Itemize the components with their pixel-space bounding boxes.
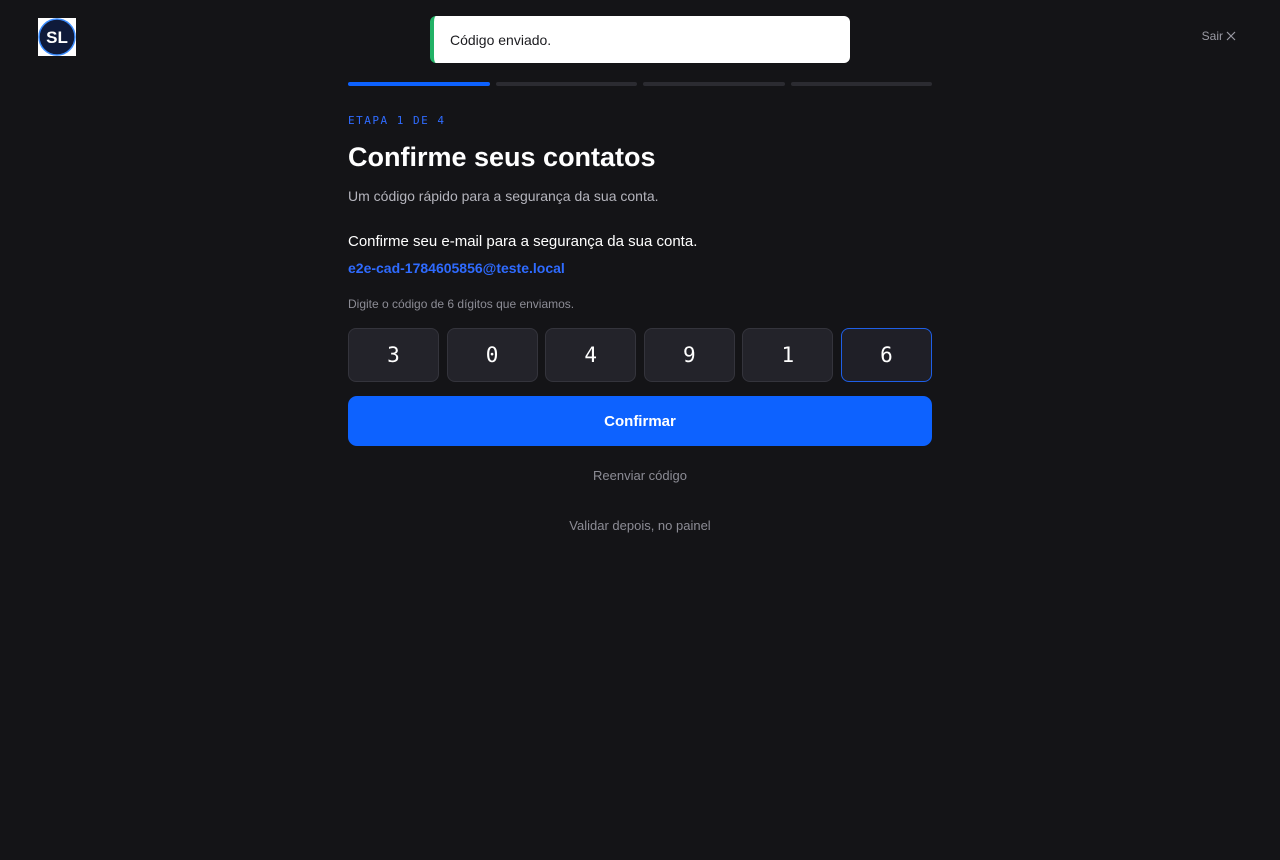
resend-code-link[interactable]: Reenviar código	[348, 468, 932, 483]
otp-digit-5[interactable]	[742, 328, 834, 382]
progress-segment-2	[495, 82, 637, 86]
otp-digit-6[interactable]	[840, 328, 932, 382]
confirm-button[interactable]: Confirmar	[348, 396, 932, 446]
progress-segment-1	[348, 82, 490, 86]
close-icon	[1226, 31, 1236, 41]
verification-page: SL Sair Código enviado. ETAPA 1 DE 4 Con…	[0, 0, 1280, 860]
email-instruction: Confirme seu e-mail para a segurança da …	[348, 233, 698, 250]
brand-logo[interactable]: SL	[38, 18, 76, 56]
email-address: e2e-cad-1784605856@teste.local	[348, 260, 565, 276]
code-hint: Digite o código de 6 dígitos que enviamo…	[348, 297, 575, 311]
step-label: ETAPA 1 DE 4	[348, 114, 446, 127]
page-subtitle: Um código rápido para a segurança da sua…	[348, 188, 659, 204]
svg-text:SL: SL	[46, 28, 68, 47]
validate-later-link[interactable]: Validar depois, no painel	[348, 518, 932, 533]
otp-digit-3[interactable]	[545, 328, 637, 382]
step-progress-bar	[348, 82, 932, 86]
otp-digit-2[interactable]	[446, 328, 538, 382]
brand-logo-icon: SL	[38, 18, 76, 56]
progress-segment-4	[790, 82, 932, 86]
otp-digit-4[interactable]	[643, 328, 735, 382]
page-title: Confirme seus contatos	[348, 142, 656, 172]
otp-digit-1[interactable]	[348, 328, 439, 382]
otp-input-group	[348, 328, 932, 382]
exit-button[interactable]: Sair	[1202, 29, 1236, 43]
toast-message: Código enviado.	[450, 31, 552, 48]
progress-segment-3	[643, 82, 785, 86]
toast-notification: Código enviado.	[430, 16, 850, 63]
exit-label: Sair	[1201, 29, 1223, 43]
